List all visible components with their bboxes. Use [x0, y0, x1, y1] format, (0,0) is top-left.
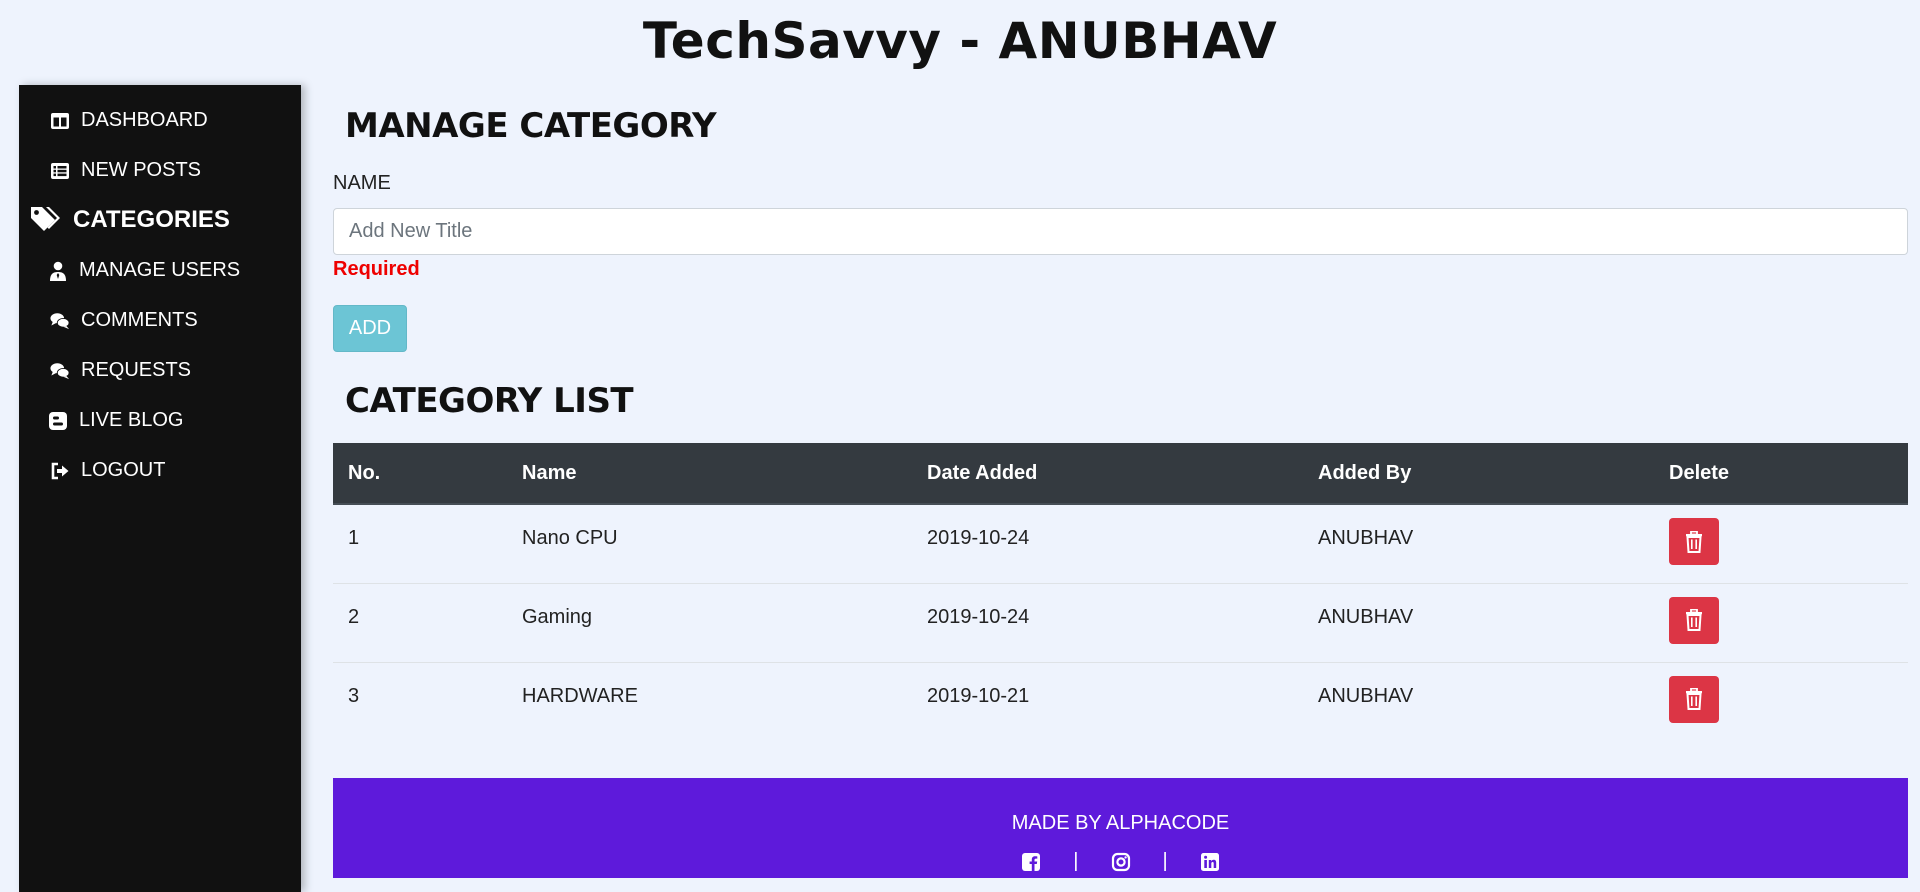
footer: MADE BY ALPHACODE | |	[333, 778, 1908, 878]
cell-date: 2019-10-24	[927, 605, 1030, 628]
sidebar-item-live-blog[interactable]: LIVE BLOG	[49, 409, 184, 432]
sidebar-item-manage-users[interactable]: MANAGE USERS	[49, 259, 240, 282]
category-list-heading: CATEGORY LIST	[345, 381, 634, 421]
sidebar-item-label: COMMENTS	[81, 309, 198, 331]
column-header-added-by: Added By	[1303, 443, 1654, 505]
sidebar-item-dashboard[interactable]: DASHBOARD	[49, 109, 208, 132]
facebook-icon[interactable]	[1021, 852, 1041, 872]
cell-no: 2	[348, 605, 360, 628]
add-button[interactable]: ADD	[333, 305, 407, 352]
required-error: Required	[333, 258, 420, 280]
category-title-input[interactable]	[333, 208, 1908, 255]
columns-icon	[49, 110, 71, 132]
sidebar-item-label: NEW POSTS	[81, 159, 202, 181]
comments-icon	[49, 360, 71, 382]
cell-no: 3	[348, 684, 360, 707]
column-header-delete: Delete	[1654, 443, 1908, 505]
delete-button[interactable]	[1669, 596, 1719, 644]
category-table: No. Name Date Added Added By Delete 1 Na…	[333, 443, 1908, 741]
cell-added-by: ANUBHAV	[1318, 684, 1414, 707]
instagram-icon[interactable]	[1111, 852, 1131, 872]
trash-icon	[1685, 688, 1703, 710]
footer-separator: |	[1073, 850, 1079, 872]
linkedin-icon[interactable]	[1200, 852, 1220, 872]
delete-button[interactable]	[1669, 518, 1719, 565]
table-row: 1 Nano CPU 2019-10-24 ANUBHAV	[333, 504, 1908, 583]
cell-name: HARDWARE	[522, 684, 638, 707]
trash-icon	[1685, 609, 1703, 631]
tags-icon	[29, 205, 61, 235]
cell-delete	[1654, 504, 1908, 583]
sidebar-item-label: CATEGORIES	[73, 206, 230, 233]
list-icon	[49, 160, 71, 182]
sidebar-item-new-posts[interactable]: NEW POSTS	[49, 159, 201, 182]
cell-name: Gaming	[522, 605, 593, 628]
comments-icon	[49, 310, 71, 332]
cell-delete	[1654, 583, 1908, 662]
social-links: | |	[333, 850, 1908, 873]
cell-added-by: ANUBHAV	[1318, 527, 1414, 549]
table-row: 2 Gaming 2019-10-24 ANUBHAV	[333, 583, 1908, 662]
user-tie-icon	[49, 260, 67, 282]
sidebar-item-comments[interactable]: COMMENTS	[49, 309, 198, 332]
cell-date: 2019-10-24	[927, 527, 1030, 549]
column-header-date-added: Date Added	[912, 443, 1303, 505]
sidebar-item-label: MANAGE USERS	[79, 259, 241, 281]
name-label: NAME	[333, 172, 391, 194]
cell-added-by: ANUBHAV	[1318, 605, 1414, 628]
footer-separator: |	[1162, 850, 1168, 872]
sidebar-item-logout[interactable]: LOGOUT	[49, 459, 165, 482]
sidebar-item-label: LOGOUT	[81, 459, 166, 481]
table-header-row: No. Name Date Added Added By Delete	[333, 443, 1908, 505]
manage-category-heading: MANAGE CATEGORY	[345, 106, 717, 146]
table-row: 3 HARDWARE 2019-10-21 ANUBHAV	[333, 662, 1908, 741]
main-content: MANAGE CATEGORY NAME Required ADD CATEGO…	[333, 0, 1908, 892]
sidebar-item-label: DASHBOARD	[81, 109, 208, 131]
made-by-text: MADE BY ALPHACODE	[1011, 812, 1230, 834]
cell-no: 1	[348, 527, 360, 549]
blogger-icon	[49, 410, 67, 432]
column-header-name: Name	[507, 443, 912, 505]
column-header-no: No.	[333, 443, 507, 505]
sidebar-item-requests[interactable]: REQUESTS	[49, 359, 191, 382]
cell-delete	[1654, 662, 1908, 741]
sidebar-item-label: REQUESTS	[81, 359, 192, 381]
sidebar-item-categories[interactable]: CATEGORIES	[29, 205, 230, 235]
sidebar-item-label: LIVE BLOG	[79, 409, 184, 431]
sidebar: DASHBOARD NEW POSTS CATEGORIES MANAGE US…	[19, 85, 301, 892]
sign-out-icon	[49, 460, 71, 482]
cell-name: Nano CPU	[522, 527, 618, 549]
delete-button[interactable]	[1669, 675, 1719, 723]
cell-date: 2019-10-21	[927, 684, 1030, 707]
trash-icon	[1685, 530, 1703, 553]
